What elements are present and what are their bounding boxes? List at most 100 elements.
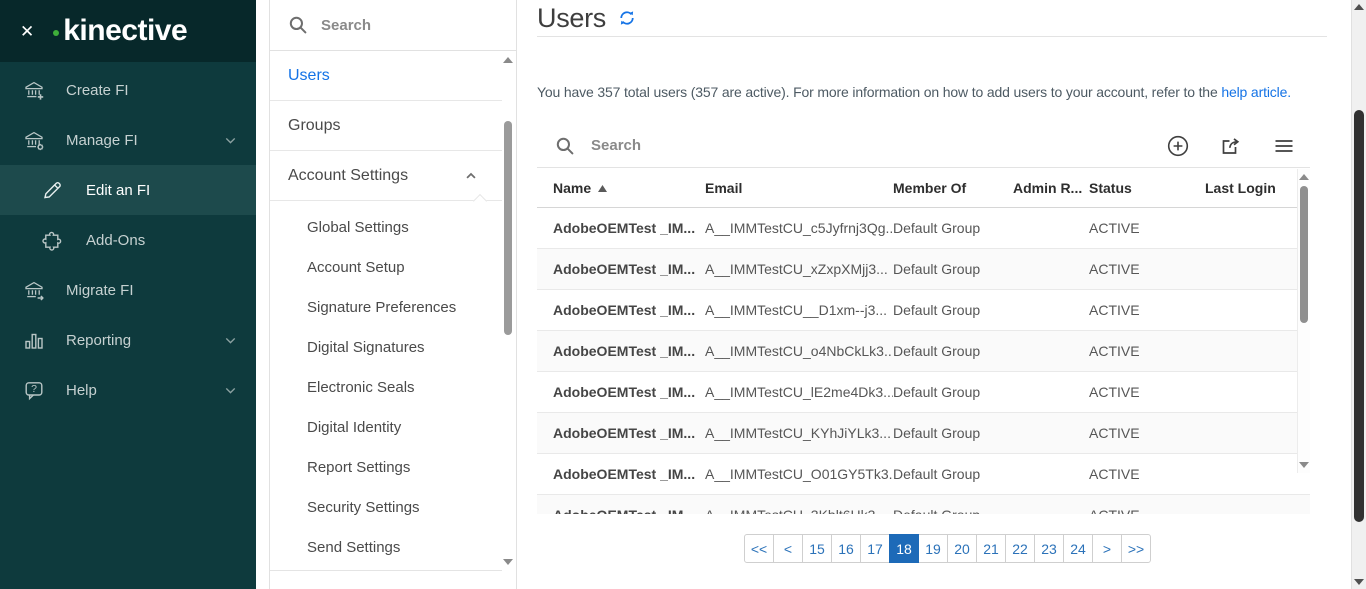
table-row[interactable]: AdobeOEMTest _IM...A__IMMTestCU_3Kblt6Hk… (537, 495, 1310, 514)
table-row[interactable]: AdobeOEMTest _IM...A__IMMTestCU_lE2me4Dk… (537, 372, 1310, 413)
search-icon (555, 136, 575, 156)
cell-status: ACTIVE (1089, 466, 1205, 482)
page-button-15[interactable]: 15 (802, 534, 832, 563)
table-scrollbar[interactable] (1297, 169, 1310, 473)
sidebar-item-create-fi[interactable]: Create FI (0, 65, 256, 115)
scroll-down-icon[interactable] (1299, 462, 1309, 468)
cell-name: AdobeOEMTest _IM... (553, 425, 705, 441)
bank-arrow-icon (22, 278, 46, 302)
title-divider (537, 36, 1327, 37)
table-row[interactable]: AdobeOEMTest _IM...A__IMMTestCU__D1xm--j… (537, 290, 1310, 331)
cell-status: ACTIVE (1089, 507, 1205, 514)
column-header-last-login[interactable]: Last Login (1205, 180, 1310, 196)
sidebar-item-label: Create FI (66, 82, 129, 99)
menu-button[interactable] (1272, 134, 1296, 158)
scroll-down-icon[interactable] (1354, 579, 1364, 585)
table-row[interactable]: AdobeOEMTest _IM...A__IMMTestCU_KYhJiYLk… (537, 413, 1310, 454)
users-table: Name EmailMember OfAdmin R...StatusLast L… (537, 168, 1310, 514)
page-button-17[interactable]: 17 (860, 534, 890, 563)
toolbar-actions (1166, 134, 1296, 158)
chevron-down-icon (223, 333, 238, 348)
panel-scrollbar-thumb[interactable] (504, 121, 512, 335)
sidebar-item-label: Edit an FI (86, 182, 150, 199)
table-body: AdobeOEMTest _IM...A__IMMTestCU_c5Jyfrnj… (537, 208, 1310, 514)
scroll-down-icon[interactable] (503, 559, 513, 565)
cell-member-of: Default Group (893, 466, 1013, 482)
panel-search (270, 0, 516, 51)
refresh-icon[interactable] (618, 9, 636, 32)
cell-status: ACTIVE (1089, 261, 1205, 277)
nav-item-label: Account Settings (288, 167, 408, 185)
column-header-email[interactable]: Email (705, 180, 893, 196)
nav-subitem-digital-signatures[interactable]: Digital Signatures (270, 327, 502, 367)
sidebar-item-reporting[interactable]: Reporting (0, 315, 256, 365)
nav-item-users[interactable]: Users (270, 51, 502, 101)
cell-member-of: Default Group (893, 220, 1013, 236)
page-button-21[interactable]: 21 (976, 534, 1006, 563)
sidebar-item-label: Manage FI (66, 132, 138, 149)
table-row[interactable]: AdobeOEMTest _IM...A__IMMTestCU_o4NbCkLk… (537, 331, 1310, 372)
page-button-22[interactable]: 22 (1005, 534, 1035, 563)
users-summary-prefix: You have 357 total users (357 are active… (537, 84, 1221, 100)
sidebar-item-manage-fi[interactable]: Manage FI (0, 115, 256, 165)
column-header-label: Name (553, 180, 591, 196)
column-header-status[interactable]: Status (1089, 180, 1205, 196)
cell-name: AdobeOEMTest _IM... (553, 261, 705, 277)
close-icon[interactable]: ✕ (20, 23, 34, 40)
table-row[interactable]: AdobeOEMTest _IM...A__IMMTestCU_xZxpXMjj… (537, 249, 1310, 290)
sidebar-item-add-ons[interactable]: Add-Ons (0, 215, 256, 265)
next-page-button[interactable]: > (1092, 534, 1122, 563)
sidebar-item-migrate-fi[interactable]: Migrate FI (0, 265, 256, 315)
scroll-up-icon[interactable] (503, 57, 513, 63)
help-bubble-icon: ? (22, 378, 46, 402)
sidebar-item-label: Add-Ons (86, 232, 145, 249)
column-header-admin-r[interactable]: Admin R... (1013, 180, 1089, 196)
settings-nav-panel: Users Groups Account Settings Global Setti… (269, 0, 517, 589)
account-settings-sublist: Global SettingsAccount SetupSignature Pr… (270, 201, 502, 567)
table-row[interactable]: AdobeOEMTest _IM...A__IMMTestCU_O01GY5Tk… (537, 454, 1310, 495)
panel-scrollbar[interactable] (502, 51, 515, 571)
add-user-button[interactable] (1166, 134, 1190, 158)
nav-item-label: Users (288, 67, 330, 85)
export-button[interactable] (1219, 134, 1243, 158)
scroll-up-icon[interactable] (1299, 174, 1309, 180)
page-scrollbar-thumb[interactable] (1354, 110, 1364, 522)
nav-subitem-report-settings[interactable]: Report Settings (270, 447, 502, 487)
nav-subitem-security-settings[interactable]: Security Settings (270, 487, 502, 527)
sort-ascending-icon (598, 185, 607, 192)
prev-page-button[interactable]: < (773, 534, 803, 563)
page-scrollbar[interactable] (1351, 0, 1366, 589)
help-article-link[interactable]: help article. (1221, 84, 1291, 100)
nav-subitem-electronic-seals[interactable]: Electronic Seals (270, 367, 502, 407)
nav-item-account-settings[interactable]: Account Settings (270, 151, 502, 201)
cell-member-of: Default Group (893, 302, 1013, 318)
page-button-16[interactable]: 16 (831, 534, 861, 563)
table-row[interactable]: AdobeOEMTest _IM...A__IMMTestCU_c5Jyfrnj… (537, 208, 1310, 249)
nav-item-groups[interactable]: Groups (270, 101, 502, 151)
page-button-19[interactable]: 19 (918, 534, 948, 563)
first-page-button[interactable]: << (744, 534, 774, 563)
kinective-admin-app: ✕ kinective Create FI Manage FI Edit an … (0, 0, 1366, 589)
pencil-icon (40, 178, 64, 202)
page-button-24[interactable]: 24 (1063, 534, 1093, 563)
nav-subitem-global-settings[interactable]: Global Settings (270, 207, 502, 247)
column-header-name[interactable]: Name (553, 180, 705, 196)
nav-subitem-signature-preferences[interactable]: Signature Preferences (270, 287, 502, 327)
panel-search-input[interactable] (321, 17, 461, 34)
table-search-input[interactable] (591, 137, 811, 154)
nav-subitem-digital-identity[interactable]: Digital Identity (270, 407, 502, 447)
page-button-20[interactable]: 20 (947, 534, 977, 563)
page-button-23[interactable]: 23 (1034, 534, 1064, 563)
nav-subitem-send-settings[interactable]: Send Settings (270, 527, 502, 567)
scroll-up-icon[interactable] (1354, 4, 1364, 10)
sidebar-item-help[interactable]: ? Help (0, 365, 256, 415)
last-page-button[interactable]: >> (1121, 534, 1151, 563)
sidebar-item-edit-an-fi[interactable]: Edit an FI (0, 165, 256, 215)
table-scrollbar-thumb[interactable] (1300, 186, 1308, 323)
cell-name: AdobeOEMTest _IM... (553, 343, 705, 359)
sidebar-item-label: Reporting (66, 332, 131, 349)
column-header-member-of[interactable]: Member Of (893, 180, 1013, 196)
page-button-18[interactable]: 18 (889, 534, 919, 563)
sidebar-header: ✕ kinective (0, 0, 256, 62)
nav-subitem-account-setup[interactable]: Account Setup (270, 247, 502, 287)
